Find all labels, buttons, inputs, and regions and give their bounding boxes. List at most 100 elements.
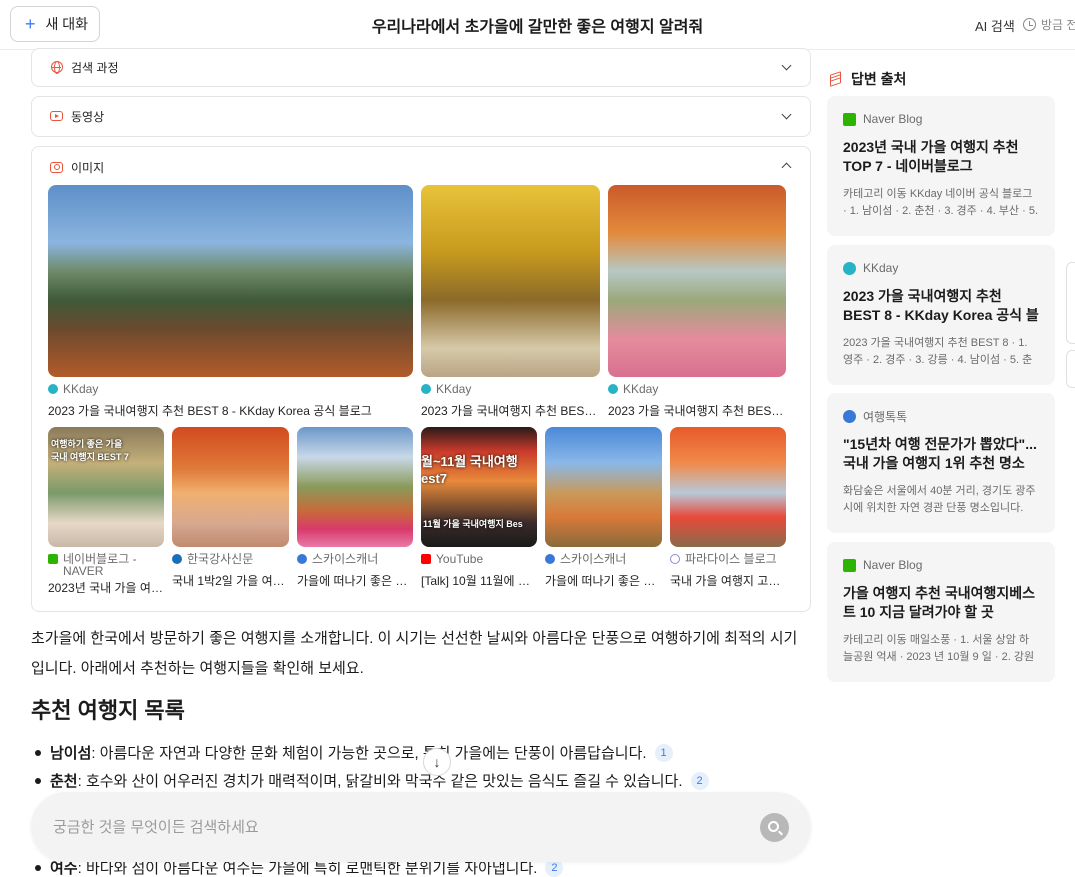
image-source: KKday: [63, 382, 99, 396]
images-label: 이미지: [71, 160, 105, 175]
image-source: 한국강사신문: [187, 552, 254, 566]
search-button[interactable]: [760, 813, 789, 842]
ai-search-link[interactable]: AI 검색: [975, 16, 1015, 35]
image-thumbnail[interactable]: [608, 185, 786, 377]
source-snippet: 카테고리 이동 매일소풍 · 1. 서울 상암 하늘공원 억새 · 2023 년…: [843, 634, 1035, 663]
image-caption[interactable]: 국내 가을 여행지 고민 중이라면: [670, 572, 786, 589]
list-item: 남이섬 : 아름다운 자연과 다양한 문화 체험이 가능한 곳으로, 특히 가을…: [31, 742, 673, 763]
image-caption[interactable]: 2023 가을 국내여행지 추천 BEST 8 - KKday Korea 공식…: [608, 402, 786, 419]
image-thumbnail[interactable]: [48, 185, 413, 377]
image-result[interactable]: 여행하기 좋은 가을 국내 여행지 BEST 7 네이버블로그 - NAVER …: [48, 427, 164, 596]
source-snippet: 2023 가을 국내여행지 추천 BEST 8 · 1. 영주 · 2. 경주 …: [843, 337, 1033, 366]
image-caption[interactable]: 2023 가을 국내여행지 추천 BEST 8 - KKday Korea 공식…: [421, 402, 600, 419]
source-title[interactable]: "15년차 여행 전문가가 뽑았다"...국내 가을 여행지 1위 추천 명소: [843, 435, 1039, 473]
page-title: 우리나라에서 초가을에 갈만한 좋은 여행지 알려줘: [371, 19, 704, 36]
image-result[interactable]: KKday 2023 가을 국내여행지 추천 BEST 8 - KKday Ko…: [48, 185, 413, 419]
image-thumbnail[interactable]: [421, 185, 600, 377]
scroll-down-button[interactable]: ↓: [423, 748, 451, 776]
history-button[interactable]: 방금 전: [1023, 16, 1075, 33]
naver-blog-icon: [843, 558, 856, 572]
side-panel-tab[interactable]: [1066, 262, 1075, 344]
image-caption[interactable]: 국내 1박2일 가을 여행지 추천: [172, 572, 289, 589]
plus-icon: +: [25, 14, 36, 34]
image-thumbnail[interactable]: [545, 427, 662, 547]
kkday-icon: [608, 384, 618, 394]
destination-text: : 아름다운 자연과 다양한 문화 체험이 가능한 곳으로, 특히 가을에는 단…: [91, 745, 647, 762]
new-chat-label: 새 대화: [45, 16, 89, 32]
images-panel: 이미지 KKday 2023 가을 국내여행지 추천 BEST 8 - KKda…: [31, 146, 811, 612]
citation-badge[interactable]: 1: [654, 743, 673, 762]
source-title[interactable]: 2023 가을 국내여행지 추천 BEST 8 - KKday Korea 공식…: [843, 287, 1039, 325]
image-thumbnail[interactable]: 월~11월 국내여행 est7 11월 가을 국내여행지 Bes: [421, 427, 537, 547]
image-caption[interactable]: 2023 가을 국내여행지 추천 BEST 8 - KKday Korea 공식…: [48, 402, 413, 419]
bullet-icon: [35, 749, 41, 756]
chevron-down-icon[interactable]: [781, 109, 792, 120]
source-name: Naver Blog: [863, 558, 923, 572]
top-bar: + 새 대화 우리나라에서 초가을에 갈만한 좋은 여행지 알려줘 AI 검색 …: [0, 0, 1075, 50]
image-result[interactable]: 스카이스캐너 가을에 떠나기 좋은 국내 여행지: [545, 427, 662, 589]
kkday-icon: [48, 384, 58, 394]
travel-talk-icon: [843, 409, 856, 423]
skyscanner-icon: [545, 554, 555, 564]
source-card[interactable]: KKday 2023 가을 국내여행지 추천 BEST 8 - KKday Ko…: [827, 245, 1055, 385]
answer-column: 검색 과정 동영상 이미지 KKday 2023 가을 국내여행지 추천 BES…: [31, 48, 811, 877]
answer-heading: 추천 여행지 목록: [31, 698, 185, 723]
source-title[interactable]: 가을 여행지 추천 국내여행지베스트 10 지금 달려가야 할 곳: [843, 584, 1039, 622]
video-icon: [50, 110, 63, 123]
sources-title: 답변 출처: [829, 69, 906, 89]
image-overlay-text: 11월 가을 국내여행지 Bes: [423, 519, 523, 529]
image-result[interactable]: KKday 2023 가을 국내여행지 추천 BEST 8 - KKday Ko…: [421, 185, 600, 419]
image-caption[interactable]: [Talk] 10월 11월에 가기 좋은 국내 여행지: [421, 572, 537, 589]
newspaper-icon: [172, 554, 182, 564]
search-input[interactable]: [53, 816, 733, 838]
new-chat-button[interactable]: + 새 대화: [10, 6, 100, 42]
source-name: KKday: [863, 261, 899, 275]
image-result[interactable]: KKday 2023 가을 국내여행지 추천 BEST 8 - KKday Ko…: [608, 185, 786, 419]
destination-name: 춘천: [50, 773, 78, 790]
videos-panel[interactable]: 동영상: [31, 96, 811, 137]
youtube-icon: [421, 554, 431, 564]
search-process-panel[interactable]: 검색 과정: [31, 48, 811, 87]
source-card[interactable]: 여행톡톡 "15년차 여행 전문가가 뽑았다"...국내 가을 여행지 1위 추…: [827, 393, 1055, 533]
side-panel-tab[interactable]: [1066, 350, 1075, 388]
search-bar: [31, 792, 811, 862]
source-card[interactable]: Naver Blog 2023년 국내 가을 여행지 추천 TOP 7 - 네이…: [827, 96, 1055, 236]
image-thumbnail[interactable]: [172, 427, 289, 547]
image-source: 파라다이스 블로그: [685, 552, 777, 566]
image-overlay-text: est7: [421, 471, 448, 486]
image-result[interactable]: 월~11월 국내여행 est7 11월 가을 국내여행지 Bes YouTube…: [421, 427, 537, 589]
chevron-down-icon[interactable]: [781, 60, 792, 71]
image-source: YouTube: [436, 552, 484, 566]
source-card[interactable]: Naver Blog 가을 여행지 추천 국내여행지베스트 10 지금 달려가야…: [827, 542, 1055, 682]
source-snippet: 카테고리 이동 KKday 네이버 공식 블로그 · 1. 남이섬 · 2. 춘…: [843, 188, 1038, 217]
arrow-down-icon: ↓: [433, 754, 441, 770]
image-thumbnail[interactable]: [670, 427, 786, 547]
image-thumbnail[interactable]: 여행하기 좋은 가을 국내 여행지 BEST 7: [48, 427, 164, 547]
image-source: KKday: [623, 382, 659, 396]
bullet-icon: [35, 777, 41, 784]
image-result[interactable]: 스카이스캐너 가을에 떠나기 좋은 국내 여행지: [297, 427, 413, 589]
naver-blog-icon: [48, 554, 58, 564]
layers-icon: [829, 71, 843, 87]
image-thumbnail[interactable]: [297, 427, 413, 547]
image-overlay-text: 여행하기 좋은 가을: [51, 439, 123, 449]
kkday-icon: [843, 261, 856, 275]
time-label: 방금 전: [1041, 18, 1075, 32]
image-result[interactable]: 한국강사신문 국내 1박2일 가을 여행지 추천: [172, 427, 289, 589]
image-source: 스카이스캐너: [560, 552, 627, 566]
image-result[interactable]: 파라다이스 블로그 국내 가을 여행지 고민 중이라면: [670, 427, 786, 589]
image-caption[interactable]: 가을에 떠나기 좋은 국내 여행지: [545, 572, 662, 589]
list-item: 춘천 : 호수와 산이 어우러진 경치가 매력적이며, 닭갈비와 막국수 같은 …: [31, 770, 709, 791]
image-caption[interactable]: 2023년 국내 가을 여행지 추천: [48, 579, 164, 596]
search-icon: [768, 821, 779, 832]
citation-badge[interactable]: 2: [690, 771, 709, 790]
kkday-icon: [421, 384, 431, 394]
image-source: KKday: [436, 382, 472, 396]
videos-label: 동영상: [71, 109, 105, 124]
chevron-up-icon[interactable]: [781, 162, 792, 173]
skyscanner-icon: [297, 554, 307, 564]
source-name: 여행톡톡: [863, 409, 908, 424]
image-source: 네이버블로그 - NAVER: [63, 552, 137, 578]
image-caption[interactable]: 가을에 떠나기 좋은 국내 여행지: [297, 572, 413, 589]
source-title[interactable]: 2023년 국내 가을 여행지 추천 TOP 7 - 네이버블로그: [843, 138, 1039, 176]
